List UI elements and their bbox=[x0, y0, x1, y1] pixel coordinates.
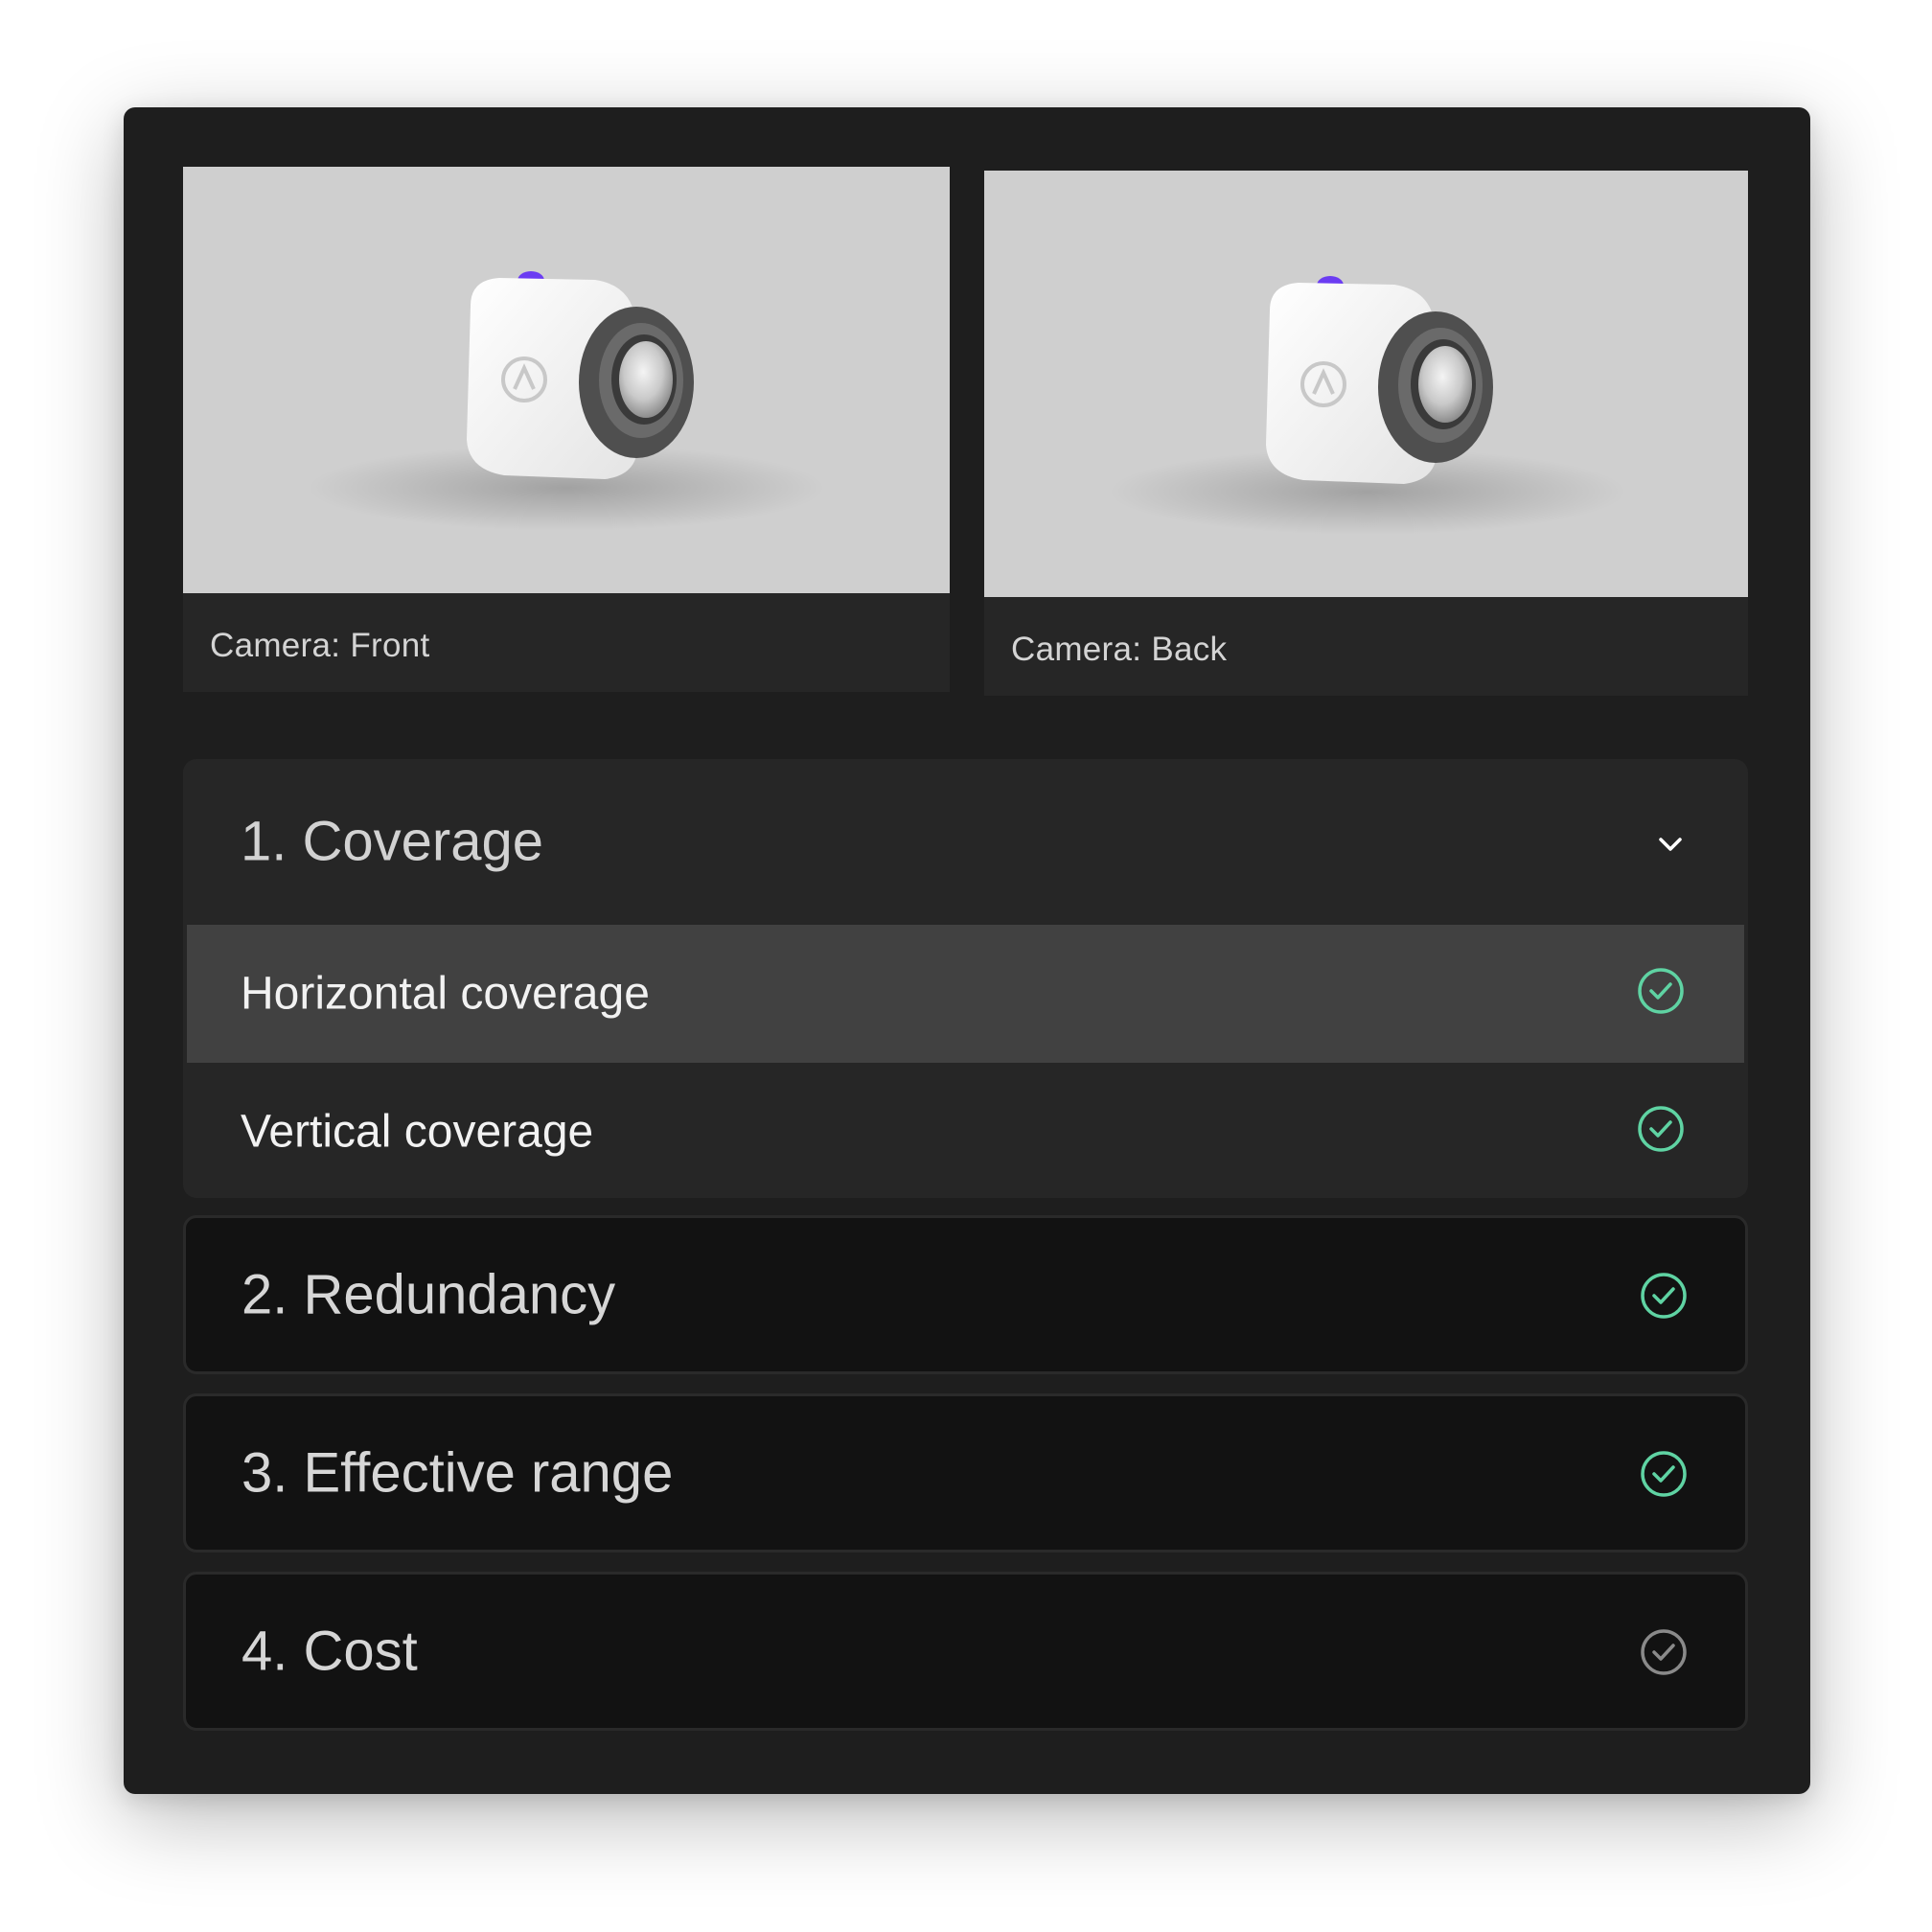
camera-front-caption: Camera: Front bbox=[210, 627, 430, 664]
check-circle-icon bbox=[1641, 1273, 1687, 1319]
camera-front-image bbox=[183, 167, 950, 593]
item-vertical-coverage[interactable]: Vertical coverage bbox=[187, 1063, 1744, 1201]
check-circle-icon bbox=[1641, 1451, 1687, 1497]
item-horizontal-coverage-label: Horizontal coverage bbox=[241, 968, 650, 1020]
camera-back-image bbox=[984, 171, 1748, 597]
check-circle-icon bbox=[1638, 968, 1684, 1014]
item-vertical-coverage-label: Vertical coverage bbox=[241, 1106, 594, 1158]
section-cost-title: 4. Cost bbox=[242, 1620, 418, 1683]
page: Camera: Front Camera: Back 1. Coverage H… bbox=[0, 0, 1932, 1932]
item-horizontal-coverage[interactable]: Horizontal coverage bbox=[187, 925, 1744, 1063]
section-redundancy[interactable]: 2. Redundancy bbox=[183, 1215, 1748, 1374]
section-effective-range[interactable]: 3. Effective range bbox=[183, 1393, 1748, 1552]
check-circle-icon bbox=[1638, 1106, 1684, 1152]
section-effective-range-title: 3. Effective range bbox=[242, 1441, 674, 1505]
camera-back-caption: Camera: Back bbox=[1011, 631, 1228, 668]
check-circle-pending-icon bbox=[1641, 1629, 1687, 1675]
camera-back-card[interactable]: Camera: Back bbox=[984, 171, 1748, 696]
section-redundancy-title: 2. Redundancy bbox=[242, 1263, 616, 1326]
evaluation-panel: Camera: Front Camera: Back 1. Coverage H… bbox=[124, 107, 1810, 1794]
section-coverage-header[interactable]: 1. Coverage bbox=[183, 759, 1748, 924]
chevron-down-icon[interactable] bbox=[1654, 828, 1687, 861]
section-cost[interactable]: 4. Cost bbox=[183, 1572, 1748, 1731]
section-coverage-title: 1. Coverage bbox=[241, 810, 543, 873]
camera-front-card[interactable]: Camera: Front bbox=[183, 167, 950, 692]
